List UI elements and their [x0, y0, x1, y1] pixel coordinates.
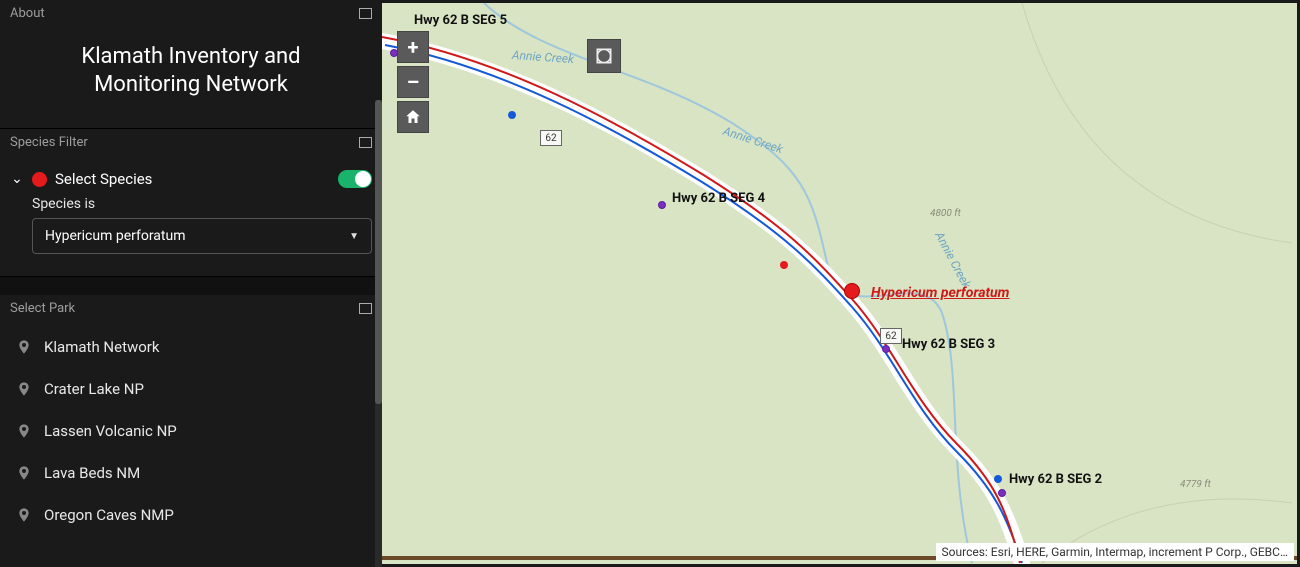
sidebar: About Klamath Inventory and Monitoring N… [0, 0, 382, 567]
section-gap [0, 277, 382, 295]
about-panel-header[interactable]: About [0, 0, 382, 27]
map-pin-icon [16, 465, 32, 481]
map-point-purple[interactable] [998, 489, 1006, 497]
map-pin-icon [16, 423, 32, 439]
park-item[interactable]: Lava Beds NM [0, 452, 382, 494]
map-point-purple[interactable] [882, 345, 890, 353]
contour-label: 4800 ft [930, 208, 961, 219]
species-filter-body: ⌄ Select Species Species is Hypericum pe… [0, 156, 382, 276]
park-item-label: Lassen Volcanic NP [44, 422, 177, 440]
map-point-red[interactable] [780, 261, 788, 269]
select-species-row[interactable]: ⌄ Select Species [10, 170, 372, 188]
hwy-shield: 62 [540, 130, 562, 146]
map-canvas[interactable]: + – Annie Creek Annie Creek [382, 3, 1297, 564]
species-toggle[interactable] [338, 170, 372, 188]
map-point-blue[interactable] [508, 111, 516, 119]
map-pin-icon [16, 381, 32, 397]
map-svg-layer [382, 3, 1297, 564]
select-park-header[interactable]: Select Park [0, 295, 382, 322]
zoom-out-button[interactable]: – [397, 66, 429, 98]
species-filter-panel: Species Filter ⌄ Select Species Species … [0, 129, 382, 277]
segment-label: Hwy 62 B SEG 3 [902, 337, 995, 352]
park-list: Klamath Network Crater Lake NP Lassen Vo… [0, 322, 382, 540]
segment-label: Hwy 62 B SEG 2 [1009, 472, 1102, 487]
about-panel-body: Klamath Inventory and Monitoring Network [0, 27, 382, 128]
collapse-icon[interactable] [359, 8, 372, 19]
map-attribution: Sources: Esri, HERE, Garmin, Intermap, i… [936, 543, 1294, 561]
segment-label: Hwy 62 B SEG 5 [414, 13, 507, 28]
hwy-shield: 62 [880, 328, 902, 344]
select-park-panel: Select Park Klamath Network Crater Lake … [0, 295, 382, 540]
park-item-label: Oregon Caves NMP [44, 506, 174, 524]
park-item[interactable]: Lassen Volcanic NP [0, 410, 382, 452]
about-panel-title: About [10, 6, 45, 21]
species-filter-header[interactable]: Species Filter [0, 129, 382, 156]
species-select[interactable]: Hypericum perforatum ▼ [32, 218, 372, 254]
app-title: Klamath Inventory and Monitoring Network [10, 35, 372, 114]
species-filter-title: Species Filter [10, 135, 88, 150]
map-pin-icon [16, 339, 32, 355]
segment-label: Hwy 62 B SEG 4 [672, 191, 765, 206]
collapse-icon[interactable] [359, 137, 372, 148]
species-is-label: Species is [32, 196, 372, 212]
basemap-toggle-button[interactable] [587, 39, 621, 73]
species-marker[interactable] [844, 283, 860, 299]
park-item[interactable]: Klamath Network [0, 326, 382, 368]
species-marker-icon [32, 172, 47, 187]
caret-down-icon: ▼ [349, 231, 359, 242]
park-item-label: Klamath Network [44, 338, 160, 356]
map-point-purple[interactable] [658, 201, 666, 209]
species-callout-label[interactable]: Hypericum perforatum [871, 285, 1009, 301]
collapse-icon[interactable] [359, 303, 372, 314]
sidebar-scrollbar[interactable] [375, 100, 382, 567]
map-point-blue[interactable] [994, 475, 1002, 483]
app-root: About Klamath Inventory and Monitoring N… [0, 0, 1300, 567]
select-species-label: Select Species [55, 170, 330, 188]
species-select-value: Hypericum perforatum [45, 228, 186, 244]
contour-label: 4779 ft [1180, 479, 1211, 490]
select-park-title: Select Park [10, 301, 75, 316]
map-pin-icon [16, 507, 32, 523]
basemap-icon [594, 46, 614, 66]
about-panel: About Klamath Inventory and Monitoring N… [0, 0, 382, 129]
chevron-down-icon: ⌄ [10, 171, 24, 187]
home-icon [404, 108, 422, 126]
park-item-label: Crater Lake NP [44, 380, 144, 398]
park-item[interactable]: Oregon Caves NMP [0, 494, 382, 536]
park-item[interactable]: Crater Lake NP [0, 368, 382, 410]
park-item-label: Lava Beds NM [44, 464, 140, 482]
home-extent-button[interactable] [397, 101, 429, 133]
map-zoom-controls: + – [397, 31, 429, 133]
zoom-in-button[interactable]: + [397, 31, 429, 63]
